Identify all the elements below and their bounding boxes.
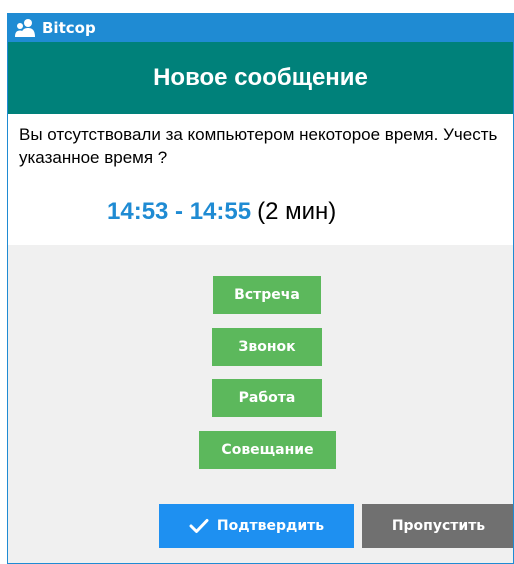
duration-label: (2 мин) xyxy=(257,198,337,225)
time-row: 14:53 - 14:55 (2 мин) xyxy=(107,198,336,226)
dialog-window: Bitcop Новое сообщение Вы отсутствовали … xyxy=(7,13,514,564)
users-icon xyxy=(14,18,36,38)
skip-button-label: Пропустить xyxy=(391,518,486,534)
check-icon xyxy=(189,518,209,534)
message-text: Вы отсутствовали за компьютером некоторо… xyxy=(19,125,498,167)
category-button-meeting[interactable]: Встреча xyxy=(213,276,321,314)
app-title: Bitcop xyxy=(42,18,96,37)
category-button-work[interactable]: Работа xyxy=(212,379,322,417)
confirm-button-label: Подтвердить xyxy=(216,518,325,534)
message-area: Вы отсутствовали за компьютером некоторо… xyxy=(8,114,513,245)
skip-button[interactable]: Пропустить xyxy=(362,504,513,548)
dialog-heading: Новое сообщение xyxy=(8,42,513,114)
category-button-conference[interactable]: Совещание xyxy=(199,431,336,469)
category-button-call[interactable]: Звонок xyxy=(212,328,322,366)
confirm-button[interactable]: Подтвердить xyxy=(159,504,354,548)
title-bar: Bitcop xyxy=(8,13,513,42)
time-range: 14:53 - 14:55 xyxy=(107,198,252,225)
